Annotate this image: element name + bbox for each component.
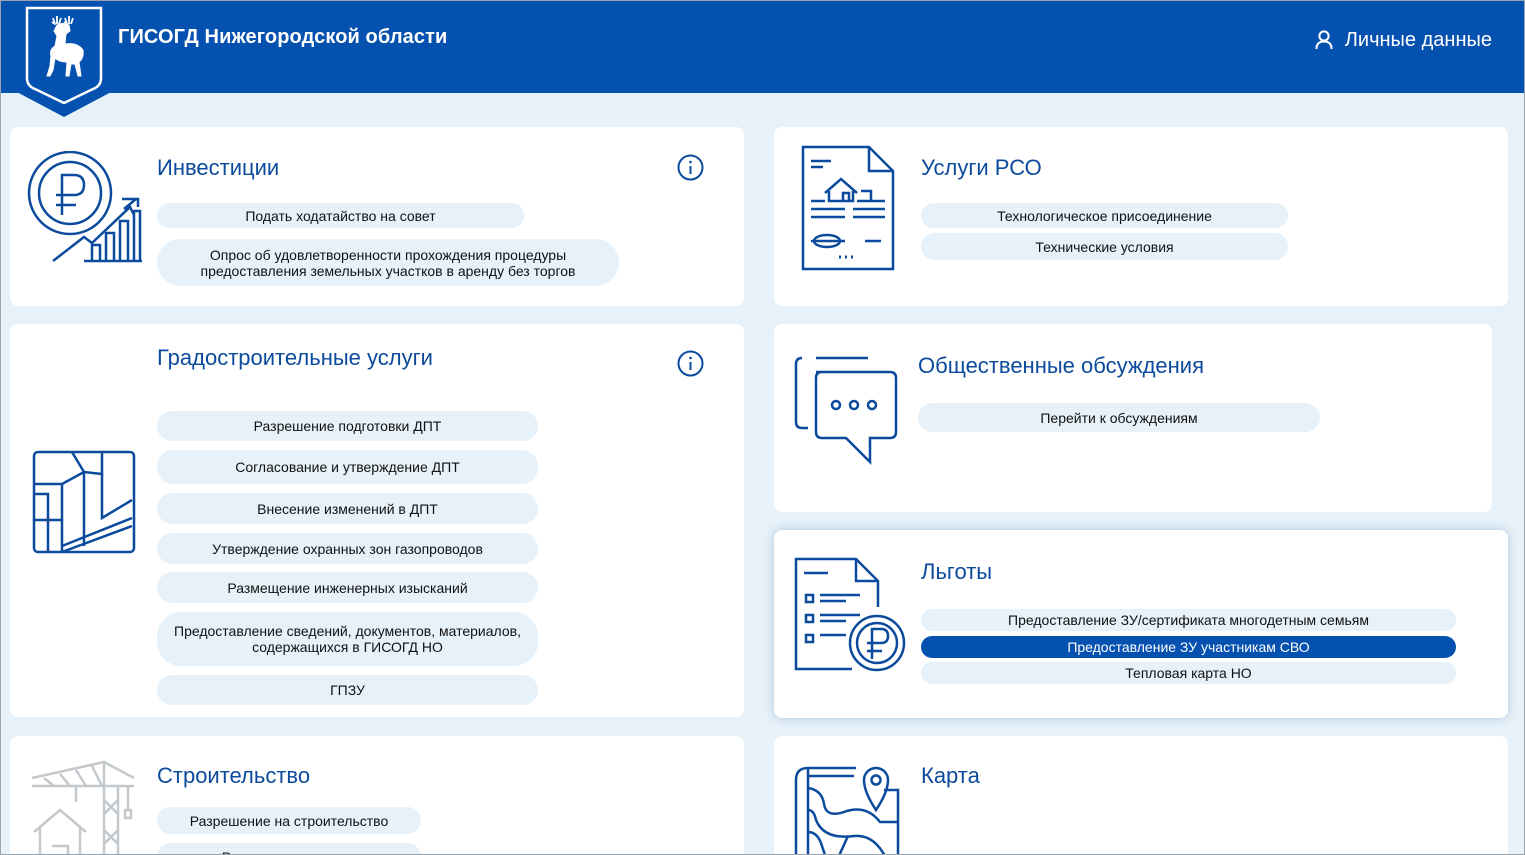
chat-bubble-icon	[794, 356, 898, 466]
card-urban-title[interactable]: Градостроительные услуги	[157, 345, 433, 371]
user-icon	[1315, 30, 1333, 50]
pill-construction-commissioning[interactable]: Разрешение на ввод	[157, 843, 421, 855]
pill-discussions-go[interactable]: Перейти к обсуждениям	[918, 403, 1320, 432]
site-title[interactable]: ГИСОГД Нижегородской области	[118, 26, 447, 49]
ruble-growth-icon	[27, 151, 142, 263]
pill-investments-petition[interactable]: Подать ходатайство на совет	[157, 203, 524, 228]
card-construction: Строительство Разрешение на строительств…	[10, 736, 744, 855]
card-rso-title[interactable]: Услуги РСО	[921, 155, 1042, 181]
pill-construction-permit[interactable]: Разрешение на строительство	[157, 807, 421, 834]
card-investments-title[interactable]: Инвестиции	[157, 155, 279, 181]
map-pin-icon	[794, 766, 900, 855]
urban-plan-icon	[32, 450, 136, 554]
pill-urban-gas-zones[interactable]: Утверждение охранных зон газопроводов	[157, 533, 538, 564]
card-urban: Градостроительные услуги Разрешение подг…	[10, 324, 744, 717]
info-icon[interactable]	[677, 350, 704, 377]
pill-urban-gpzu[interactable]: ГПЗУ	[157, 675, 538, 705]
card-map-title[interactable]: Карта	[921, 763, 980, 789]
card-rso: Услуги РСО Технологическое присоединение…	[774, 127, 1508, 306]
pill-investments-survey[interactable]: Опрос об удовлетворенности прохождения п…	[157, 239, 619, 286]
construction-crane-icon	[31, 760, 135, 855]
pill-urban-dpt-permit[interactable]: Разрешение подготовки ДПТ	[157, 411, 538, 441]
pill-benefits-heatmap[interactable]: Тепловая карта НО	[921, 662, 1456, 684]
card-map: Карта	[774, 736, 1508, 855]
document-house-icon	[801, 145, 895, 271]
emblem-logo[interactable]	[13, 0, 115, 117]
document-ruble-icon	[794, 557, 906, 672]
pill-benefits-large-families[interactable]: Предоставление ЗУ/сертификата многодетны…	[921, 609, 1456, 631]
pill-urban-gisogd-info[interactable]: Предоставление сведений, документов, мат…	[157, 612, 538, 666]
info-icon[interactable]	[677, 154, 704, 181]
pill-urban-surveys[interactable]: Размещение инженерных изысканий	[157, 572, 538, 603]
pill-urban-dpt-changes[interactable]: Внесение изменений в ДПТ	[157, 493, 538, 524]
personal-data-link[interactable]: Личные данные	[1315, 27, 1492, 53]
card-benefits-title[interactable]: Льготы	[921, 559, 992, 585]
pill-rso-connection[interactable]: Технологическое присоединение	[921, 203, 1288, 228]
card-discussions: Общественные обсуждения Перейти к обсужд…	[774, 324, 1492, 512]
card-investments: Инвестиции Подать ходатайство на совет О…	[10, 127, 744, 306]
card-discussions-title[interactable]: Общественные обсуждения	[918, 353, 1204, 379]
card-construction-title[interactable]: Строительство	[157, 763, 310, 789]
personal-data-label: Личные данные	[1344, 28, 1492, 51]
pill-benefits-svo[interactable]: Предоставление ЗУ участникам СВО	[921, 636, 1456, 658]
pill-urban-dpt-approval[interactable]: Согласование и утверждение ДПТ	[157, 450, 538, 484]
top-header: ГИСОГД Нижегородской области Личные данн…	[0, 0, 1525, 93]
pill-rso-conditions[interactable]: Технические условия	[921, 233, 1288, 260]
card-benefits: Льготы Предоставление ЗУ/сертификата мно…	[774, 530, 1508, 718]
